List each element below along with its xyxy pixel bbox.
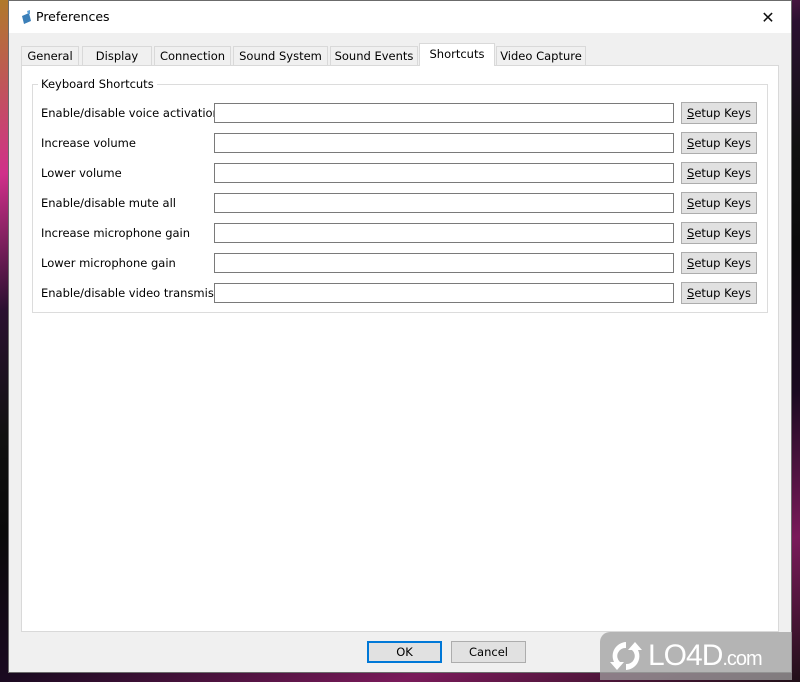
cancel-button[interactable]: Cancel bbox=[451, 641, 526, 663]
shortcut-row: Enable/disable video transmission Setup … bbox=[33, 282, 767, 305]
shortcut-row: Lower volume Setup Keys bbox=[33, 162, 767, 185]
setup-keys-button[interactable]: Setup Keys bbox=[681, 222, 757, 244]
tab-sound-events[interactable]: Sound Events bbox=[330, 46, 418, 65]
setup-keys-button[interactable]: Setup Keys bbox=[681, 102, 757, 124]
shortcut-label: Enable/disable video transmission bbox=[41, 286, 238, 300]
tab-display[interactable]: Display bbox=[82, 46, 152, 65]
button-label: etup Keys bbox=[694, 286, 751, 300]
button-label: etup Keys bbox=[694, 106, 751, 120]
window-title: Preferences bbox=[36, 9, 110, 24]
lo4d-logo-icon bbox=[610, 642, 642, 670]
shortcut-increase-mic-gain-field[interactable] bbox=[214, 223, 674, 243]
shortcut-label: Lower microphone gain bbox=[41, 256, 176, 270]
shortcut-video-transmission-field[interactable] bbox=[214, 283, 674, 303]
button-label: etup Keys bbox=[694, 226, 751, 240]
button-label: etup Keys bbox=[694, 256, 751, 270]
tab-label: Shortcuts bbox=[429, 47, 485, 61]
tab-connection[interactable]: Connection bbox=[154, 46, 231, 65]
shortcut-row: Enable/disable mute all Setup Keys bbox=[33, 192, 767, 215]
app-icon bbox=[22, 10, 31, 24]
tab-label: Video Capture bbox=[500, 49, 582, 63]
shortcut-row: Lower microphone gain Setup Keys bbox=[33, 252, 767, 275]
tab-label: Connection bbox=[159, 49, 226, 63]
setup-keys-button[interactable]: Setup Keys bbox=[681, 282, 757, 304]
tab-label: General bbox=[27, 49, 73, 63]
group-title: Keyboard Shortcuts bbox=[38, 77, 157, 91]
shortcut-lower-volume-field[interactable] bbox=[214, 163, 674, 183]
button-label: etup Keys bbox=[694, 196, 751, 210]
button-label: etup Keys bbox=[694, 166, 751, 180]
setup-keys-button[interactable]: Setup Keys bbox=[681, 132, 757, 154]
tab-shortcuts[interactable]: Shortcuts bbox=[419, 43, 495, 66]
shortcut-label: Enable/disable voice activation bbox=[41, 106, 220, 120]
shortcut-row: Increase microphone gain Setup Keys bbox=[33, 222, 767, 245]
tab-label: Display bbox=[95, 49, 139, 63]
shortcut-row: Enable/disable voice activation Setup Ke… bbox=[33, 102, 767, 125]
shortcut-increase-volume-field[interactable] bbox=[214, 133, 674, 153]
shortcut-lower-mic-gain-field[interactable] bbox=[214, 253, 674, 273]
shortcut-label: Increase microphone gain bbox=[41, 226, 191, 240]
tab-label: Sound Events bbox=[334, 49, 414, 63]
shortcut-label: Enable/disable mute all bbox=[41, 196, 176, 210]
tab-panel-shortcuts: Keyboard Shortcuts Enable/disable voice … bbox=[21, 65, 779, 632]
setup-keys-button[interactable]: Setup Keys bbox=[681, 162, 757, 184]
keyboard-shortcuts-group: Keyboard Shortcuts Enable/disable voice … bbox=[32, 77, 768, 313]
setup-keys-button[interactable]: Setup Keys bbox=[681, 252, 757, 274]
shortcut-row: Increase volume Setup Keys bbox=[33, 132, 767, 155]
watermark-brand: LO4D bbox=[648, 639, 723, 672]
setup-keys-button[interactable]: Setup Keys bbox=[681, 192, 757, 214]
shortcut-label: Lower volume bbox=[41, 166, 122, 180]
ok-button[interactable]: OK bbox=[367, 641, 442, 663]
watermark-suffix: .com bbox=[722, 648, 762, 670]
tab-sound-system[interactable]: Sound System bbox=[233, 46, 328, 65]
lo4d-watermark: LO4D.com bbox=[600, 632, 792, 680]
close-button[interactable]: ✕ bbox=[745, 1, 791, 33]
shortcut-label: Increase volume bbox=[41, 136, 136, 150]
tab-video-capture[interactable]: Video Capture bbox=[496, 46, 586, 65]
watermark-text: LO4D.com bbox=[648, 639, 763, 673]
shortcut-mute-all-field[interactable] bbox=[214, 193, 674, 213]
title-bar[interactable]: Preferences ✕ bbox=[9, 1, 791, 33]
tab-general[interactable]: General bbox=[21, 46, 79, 65]
close-icon: ✕ bbox=[761, 7, 775, 27]
preferences-window: Preferences ✕ General Display Connection… bbox=[8, 0, 792, 673]
button-label: etup Keys bbox=[694, 136, 751, 150]
tab-label: Sound System bbox=[239, 49, 322, 63]
shortcut-voice-activation-field[interactable] bbox=[214, 103, 674, 123]
